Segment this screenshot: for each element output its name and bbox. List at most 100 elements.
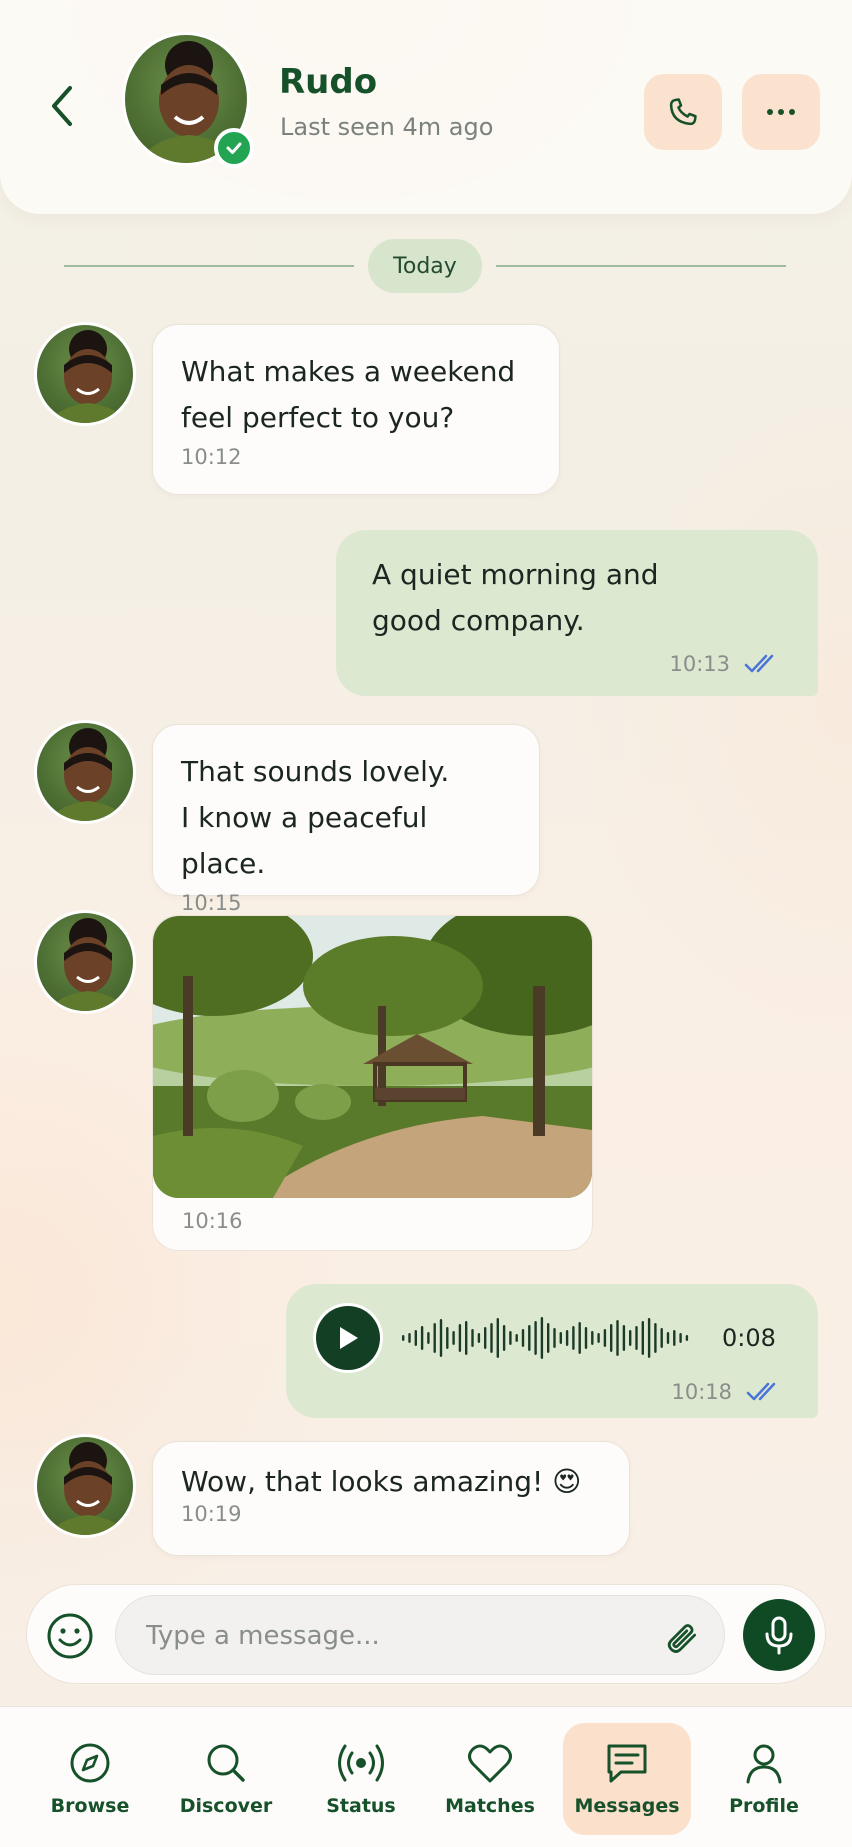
waveform-bar xyxy=(540,1317,544,1359)
waveform-bar xyxy=(414,1330,417,1346)
waveform-bar xyxy=(547,1323,550,1353)
waveform-bar xyxy=(502,1325,506,1351)
waveform-bar xyxy=(629,1330,632,1346)
waveform-bar xyxy=(553,1328,556,1348)
message-text: A quiet morning and good company. xyxy=(372,558,659,637)
waveform-bar xyxy=(647,1318,651,1358)
date-divider: Today xyxy=(368,239,482,293)
more-dots-icon xyxy=(767,109,795,115)
waveform-bar xyxy=(521,1329,525,1347)
waveform-bar xyxy=(509,1331,512,1345)
sender-avatar[interactable] xyxy=(34,910,136,1014)
message-time: 10:15 xyxy=(181,891,242,915)
microphone-icon xyxy=(765,1616,793,1655)
waveform-bar xyxy=(465,1321,468,1355)
bottom-navigation: Browse Discover Status Matches Messages … xyxy=(0,1706,852,1847)
waveform-bar xyxy=(584,1327,588,1349)
nav-item-matches[interactable]: Matches xyxy=(440,1723,540,1835)
search-icon xyxy=(207,1744,245,1782)
waveform-bar xyxy=(635,1326,638,1350)
waveform-bar xyxy=(471,1329,474,1347)
message-time: 10:13 xyxy=(669,652,730,676)
waveform-bar xyxy=(673,1330,676,1346)
back-button[interactable] xyxy=(36,76,88,136)
sender-avatar[interactable] xyxy=(34,720,136,824)
message-time: 10:12 xyxy=(181,445,242,469)
waveform-bar xyxy=(528,1325,531,1351)
chevron-left-icon xyxy=(52,86,72,126)
message-bubble-outgoing[interactable]: A quiet morning and good company. 10:13 xyxy=(336,530,818,696)
paperclip-icon xyxy=(667,1624,697,1653)
voice-record-button[interactable] xyxy=(743,1599,815,1671)
nav-label: Matches xyxy=(445,1795,535,1817)
waveform-bar xyxy=(660,1328,663,1348)
more-options-button[interactable] xyxy=(742,74,820,150)
read-receipt-icon xyxy=(744,654,774,673)
smiley-icon xyxy=(47,1613,93,1659)
nav-label: Browse xyxy=(50,1795,130,1817)
waveform-bar xyxy=(446,1327,449,1349)
waveform-bar xyxy=(622,1325,626,1351)
nav-label: Discover xyxy=(179,1795,273,1817)
contact-name: Rudo xyxy=(279,62,378,102)
sender-avatar[interactable] xyxy=(34,322,136,426)
waveform-bar xyxy=(534,1321,537,1355)
waveform-bar xyxy=(666,1332,670,1344)
waveform-bar xyxy=(458,1324,462,1352)
waveform-bar xyxy=(559,1332,562,1344)
waveform-bar xyxy=(490,1323,493,1353)
divider-line-left xyxy=(64,265,354,267)
waveform-bar xyxy=(616,1320,619,1356)
message-text: What makes a weekend feel perfect to you… xyxy=(181,355,516,434)
waveform-bar xyxy=(452,1331,455,1345)
message-input[interactable] xyxy=(146,1614,646,1658)
image-message-bubble[interactable]: 10:16 xyxy=(152,915,593,1251)
waveform-bar xyxy=(496,1318,499,1358)
chat-icon xyxy=(607,1744,647,1783)
emoji-button[interactable] xyxy=(45,1611,95,1661)
message-time: 10:18 xyxy=(671,1380,732,1404)
play-icon xyxy=(340,1327,358,1349)
voice-waveform[interactable] xyxy=(401,1314,691,1362)
read-receipt-icon xyxy=(746,1382,776,1401)
waveform-bar xyxy=(408,1333,411,1343)
shared-photo-park-gazebo[interactable] xyxy=(153,916,592,1198)
message-composer xyxy=(26,1584,826,1684)
message-input-field[interactable] xyxy=(115,1595,725,1675)
play-voice-button[interactable] xyxy=(316,1306,380,1370)
voice-message-bubble[interactable]: 0:08 10:18 xyxy=(286,1284,818,1418)
waveform-bar xyxy=(654,1323,657,1353)
waveform-bar xyxy=(427,1332,430,1344)
broadcast-icon xyxy=(338,1744,384,1782)
message-text: That sounds lovely. I know a peaceful pl… xyxy=(181,755,450,880)
nav-item-discover[interactable]: Discover xyxy=(170,1723,282,1835)
attach-button[interactable] xyxy=(658,1614,702,1658)
voice-duration: 0:08 xyxy=(722,1324,776,1352)
message-bubble-incoming[interactable]: Wow, that looks amazing! 😍 10:19 xyxy=(152,1441,630,1556)
message-time: 10:19 xyxy=(181,1502,242,1526)
nav-item-status[interactable]: Status xyxy=(310,1723,412,1835)
divider-line-right xyxy=(496,265,786,267)
nav-item-browse[interactable]: Browse xyxy=(38,1723,142,1835)
nav-item-profile[interactable]: Profile xyxy=(716,1723,812,1835)
waveform-bar xyxy=(477,1333,481,1343)
nav-label: Messages xyxy=(574,1795,680,1817)
waveform-bar xyxy=(679,1333,682,1343)
waveform-bar xyxy=(603,1329,607,1347)
verified-badge-icon xyxy=(214,128,254,168)
message-bubble-incoming[interactable]: That sounds lovely. I know a peaceful pl… xyxy=(152,724,540,915)
waveform-bar xyxy=(578,1322,581,1354)
waveform-bar xyxy=(565,1330,569,1346)
compass-icon xyxy=(70,1743,110,1783)
sender-avatar[interactable] xyxy=(34,1434,136,1538)
waveform-bar xyxy=(402,1335,405,1341)
nav-label: Status xyxy=(326,1795,396,1817)
waveform-bar xyxy=(685,1335,689,1341)
nav-item-messages[interactable]: Messages xyxy=(563,1723,691,1835)
last-seen-status: Last seen 4m ago xyxy=(280,113,494,141)
message-text: Wow, that looks amazing! 😍 xyxy=(181,1465,582,1498)
waveform-bar xyxy=(572,1326,575,1350)
message-bubble-incoming[interactable]: What makes a weekend feel perfect to you… xyxy=(152,324,560,495)
call-button[interactable] xyxy=(644,74,722,150)
message-time: 10:16 xyxy=(182,1209,243,1233)
